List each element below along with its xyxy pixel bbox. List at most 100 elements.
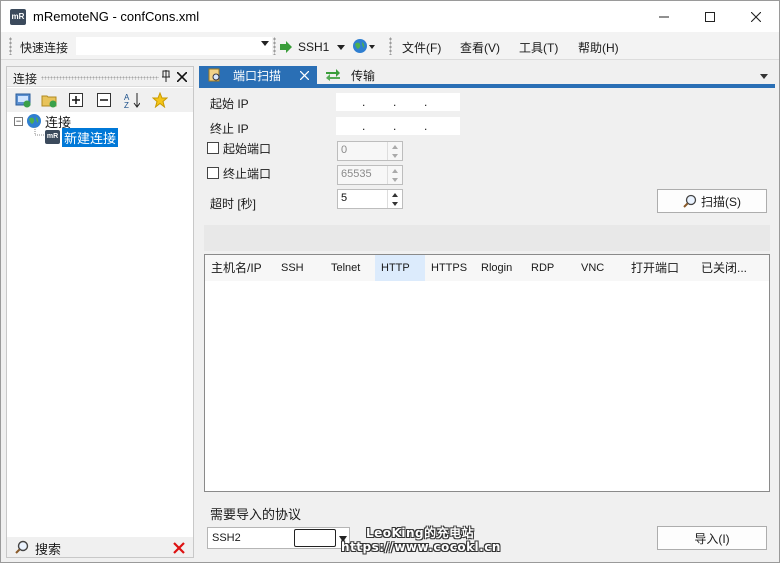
end-ip-input[interactable]: ... [336,117,460,135]
tab-close-icon[interactable] [299,67,310,83]
tab-transfer[interactable]: 传输 [321,66,421,84]
toolbar-grip[interactable] [389,37,392,55]
end-port-stepper[interactable]: 65535 [337,165,403,185]
stepper-up-icon[interactable] [387,166,402,175]
panel-drag-handle[interactable] [41,76,159,80]
toolbar-grip[interactable] [273,37,276,55]
menu-help[interactable]: 帮助(H) [578,39,619,56]
tree-item-new-connection[interactable]: mR 新建连接 [45,127,119,147]
menu-file[interactable]: 文件(F) [402,39,441,56]
document-tab-bar: 端口扫描 传输 [199,66,775,88]
protocol-label: SSH1 [298,40,330,54]
connections-panel: 连接 AZ − 连接 mR 新建连接 搜索 [6,66,194,558]
end-port-label: 终止端口 [223,167,272,181]
collapse-node-icon[interactable]: − [14,116,23,126]
column-header-hostname[interactable]: 主机名/IP [205,255,275,281]
stepper-up-icon[interactable] [387,142,402,151]
import-button[interactable]: 导入(I) [657,526,767,550]
end-port-value: 65535 [341,168,372,180]
scan-button[interactable]: 扫描(S) [657,189,767,213]
scan-results-list[interactable]: 主机名/IP SSH Telnet HTTP HTTPS Rlogin RDP … [204,254,770,492]
column-header-https[interactable]: HTTPS [425,255,475,281]
title-bar: mR mRemoteNG - confCons.xml [1,1,779,32]
connections-search: 搜索 [7,537,193,557]
import-protocol-select[interactable]: SSH2 [207,527,350,549]
stepper-down-icon[interactable] [387,151,402,160]
timeout-value: 5 [341,192,348,204]
quick-connect-label: 快速连接 [20,41,69,55]
pin-icon[interactable] [161,70,171,85]
start-port-value: 0 [341,144,348,156]
end-ip-label: 终止 IP [210,122,249,136]
sort-ascending-icon[interactable]: AZ [124,92,140,108]
tab-label: 端口扫描 [233,68,282,83]
scan-progress-bar [204,225,770,251]
protocol-dropdown-icon[interactable] [337,45,345,50]
column-header-rlogin[interactable]: Rlogin [475,255,525,281]
timeout-stepper[interactable]: 5 [337,189,403,209]
end-port-checkbox[interactable] [207,167,219,179]
panel-close-icon[interactable] [176,68,188,85]
column-header-vnc[interactable]: VNC [575,255,625,281]
stepper-up-icon[interactable] [387,190,402,199]
window-title: mRemoteNG - confCons.xml [33,9,200,24]
collapse-all-icon[interactable] [96,92,112,108]
tab-port-scan[interactable]: 端口扫描 [199,66,317,84]
mremoteng-connection-icon: mR [45,130,60,144]
globe-icon[interactable] [352,38,368,57]
column-header-rdp[interactable]: RDP [525,255,575,281]
port-scan-icon [208,68,220,82]
maximize-button[interactable] [687,1,733,32]
toolbar-grip[interactable] [9,37,12,55]
minimize-button[interactable] [641,1,687,32]
close-window-button[interactable] [733,1,779,32]
start-ip-input[interactable]: ... [336,93,460,111]
quick-connect-dropdown-icon[interactable] [261,41,269,46]
start-port-label: 起始端口 [223,142,272,156]
scan-button-label: 扫描(S) [701,194,741,209]
menu-tools[interactable]: 工具(T) [519,39,558,56]
favorites-star-icon[interactable] [152,92,168,108]
expand-all-icon[interactable] [68,92,84,108]
tree-child-label: 新建连接 [62,127,119,147]
globe-dropdown-icon[interactable] [369,45,375,49]
watermark-url: https://www.cocokl.cn [341,540,501,554]
start-port-checkbox[interactable] [207,142,219,154]
port-scan-panel: 起始 IP ... 终止 IP ... 起始端口 0 终止端口 65535 超时… [199,88,775,558]
app-window: mR mRemoteNG - confCons.xml 快速连接 SSH1 文件… [0,0,780,563]
quick-connect-protocol-button[interactable]: SSH1 [280,38,329,56]
stepper-down-icon[interactable] [387,199,402,208]
watermark-title: LeoKing的充电站 [366,526,475,540]
search-input[interactable]: 搜索 [35,539,61,558]
results-header: 主机名/IP SSH Telnet HTTP HTTPS Rlogin RDP … [205,255,769,281]
main-toolbar: 快速连接 SSH1 文件(F) 查看(V) 工具(T) 帮助(H) [1,32,779,60]
quick-connect-input[interactable] [75,36,273,56]
import-button-label: 导入(I) [694,531,730,546]
connections-toolbar: AZ [7,88,193,112]
import-protocol-label: 需要导入的协议 [210,507,302,522]
column-header-telnet[interactable]: Telnet [325,255,375,281]
start-port-stepper[interactable]: 0 [337,141,403,161]
start-ip-label: 起始 IP [210,97,249,111]
minimize-icon [659,16,669,17]
select-focus-box [294,529,336,547]
close-icon [751,11,761,22]
stepper-down-icon[interactable] [387,175,402,184]
app-logo-icon: mR [10,9,26,25]
menu-view[interactable]: 查看(V) [460,39,500,56]
clear-search-icon[interactable] [173,538,185,559]
maximize-icon [705,11,715,22]
svg-text:Z: Z [124,101,129,108]
new-folder-icon[interactable] [41,92,57,108]
connect-arrow-icon [280,41,292,53]
import-protocol-value: SSH2 [212,532,241,544]
column-header-closed-ports[interactable]: 已关闭... [695,255,769,281]
search-icon [683,194,697,208]
column-header-ssh[interactable]: SSH [275,255,325,281]
search-icon [15,540,29,554]
column-header-http[interactable]: HTTP [375,255,425,281]
new-connection-icon[interactable] [15,92,31,108]
transfer-icon [326,69,340,81]
column-header-open-ports[interactable]: 打开端口 [625,255,695,281]
tab-overflow-dropdown-icon[interactable] [760,74,768,79]
